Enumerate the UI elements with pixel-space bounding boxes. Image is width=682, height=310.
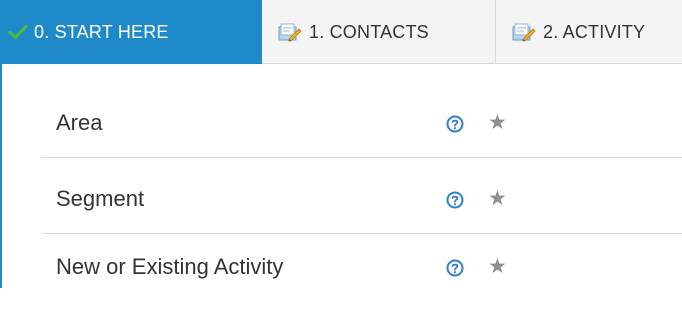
help-icon[interactable] [446,191,464,209]
form-panel: Area ★ Segment ★ New or Existing Activit… [0,64,682,288]
check-icon [8,24,28,40]
help-icon[interactable] [446,115,464,133]
field-row-segment: Segment ★ [42,158,682,234]
document-edit-icon [277,22,303,42]
star-icon[interactable]: ★ [488,112,507,133]
tab-bar: 0. START HERE 1. CONTACTS 2. ACTIVITY [0,0,682,64]
star-icon[interactable]: ★ [488,188,507,209]
document-edit-icon [511,22,537,42]
field-label: New or Existing Activity [56,254,284,279]
field-row-new-or-existing-activity: New or Existing Activity ★ [42,234,682,310]
help-icon[interactable] [446,259,464,277]
star-icon[interactable]: ★ [488,256,507,277]
field-label: Segment [56,186,145,211]
tab-label: 2. ACTIVITY [543,21,646,42]
tab-start-here[interactable]: 0. START HERE [0,0,262,64]
tab-contacts[interactable]: 1. CONTACTS [262,0,496,64]
tab-label: 1. CONTACTS [309,21,429,42]
field-row-area: Area ★ [42,82,682,158]
field-label: Area [56,110,103,135]
tab-activity[interactable]: 2. ACTIVITY [496,0,682,64]
tab-label: 0. START HERE [34,21,169,42]
